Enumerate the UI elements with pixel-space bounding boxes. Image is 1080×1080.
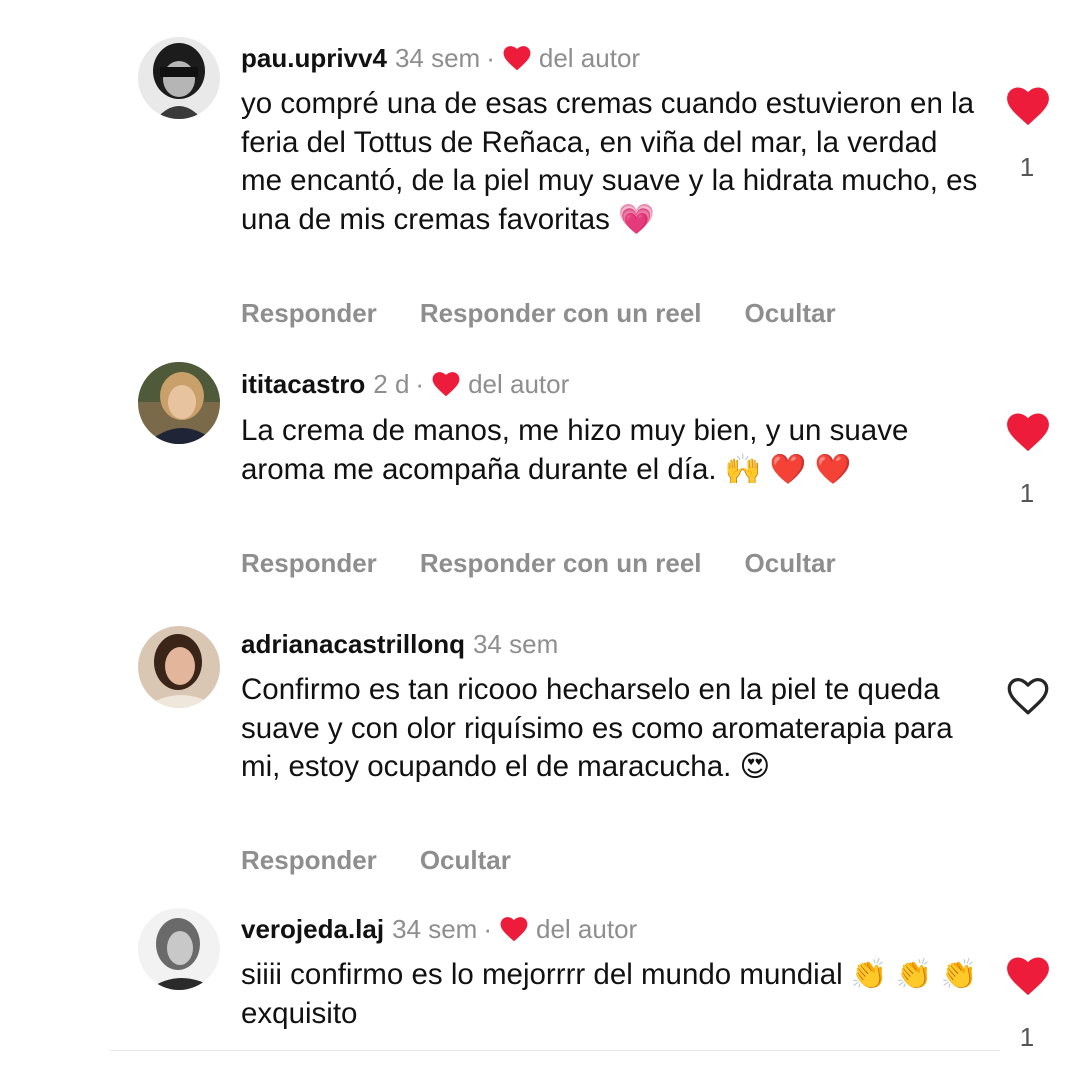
username[interactable]: ititacastro — [241, 369, 365, 400]
comment-meta: adrianacastrillonq 34 sem — [241, 626, 558, 662]
comment-text: yo compré una de esas cremas cuando estu… — [241, 87, 986, 236]
author-liked-heart-icon — [432, 372, 460, 397]
heart-filled-icon — [1007, 87, 1049, 126]
like-button[interactable] — [1006, 412, 1050, 452]
author-like-label: del autor — [468, 368, 570, 399]
separator: · — [415, 368, 425, 399]
username[interactable]: adrianacastrillonq — [241, 629, 465, 660]
username[interactable]: verojeda.laj — [241, 914, 384, 945]
comment-actions: Responder Responder con un reel Ocultar — [241, 545, 879, 581]
hide-button[interactable]: Ocultar — [745, 548, 836, 579]
like-count: 1 — [1019, 478, 1035, 508]
comment-meta: ititacastro 2 d · del autor — [241, 366, 569, 402]
reply-button[interactable]: Responder — [241, 548, 377, 579]
like-button[interactable] — [1006, 86, 1050, 126]
heart-filled-icon — [1007, 957, 1049, 996]
author-liked-heart-icon — [500, 917, 528, 942]
reply-with-reel-button[interactable]: Responder con un reel — [420, 298, 702, 329]
hide-button[interactable]: Ocultar — [745, 298, 836, 329]
like-count: 1 — [1019, 1022, 1035, 1052]
like-button[interactable] — [1006, 676, 1050, 716]
comment-text: Confirmo es tan ricooo hecharselo en la … — [241, 673, 961, 783]
timestamp: 34 sem — [394, 42, 481, 73]
comment-text: siiii confirmo es lo mejorrrr del mundo … — [241, 958, 986, 1030]
hide-button[interactable]: Ocultar — [420, 845, 511, 876]
avatar[interactable] — [138, 362, 220, 444]
comment-meta: pau.uprivv4 34 sem · del autor — [241, 40, 640, 76]
username[interactable]: pau.uprivv4 — [241, 43, 387, 74]
comment-meta: verojeda.laj 34 sem · del autor — [241, 911, 637, 947]
author-liked-heart-icon — [503, 46, 531, 71]
like-button[interactable] — [1006, 956, 1050, 996]
timestamp: 34 sem — [472, 628, 559, 659]
avatar[interactable] — [138, 908, 220, 990]
separator: · — [483, 913, 493, 944]
author-like-label: del autor — [536, 913, 638, 944]
reply-button[interactable]: Responder — [241, 845, 377, 876]
heart-filled-icon — [1007, 413, 1049, 452]
timestamp: 34 sem — [392, 913, 478, 944]
like-count: 1 — [1019, 152, 1035, 182]
reply-button[interactable]: Responder — [241, 298, 377, 329]
avatar[interactable] — [138, 626, 220, 708]
comment-actions: Responder Responder con un reel Ocultar — [241, 295, 879, 331]
timestamp: 2 d — [373, 368, 410, 399]
avatar[interactable] — [138, 37, 220, 119]
heart-outline-icon — [1007, 678, 1049, 715]
reply-with-reel-button[interactable]: Responder con un reel — [420, 548, 702, 579]
divider — [110, 1050, 1000, 1051]
separator: · — [486, 42, 495, 73]
comment-actions: Responder Ocultar — [241, 842, 554, 878]
comment-text: La crema de manos, me hizo muy bien, y u… — [241, 414, 917, 486]
author-like-label: del autor — [538, 42, 641, 73]
